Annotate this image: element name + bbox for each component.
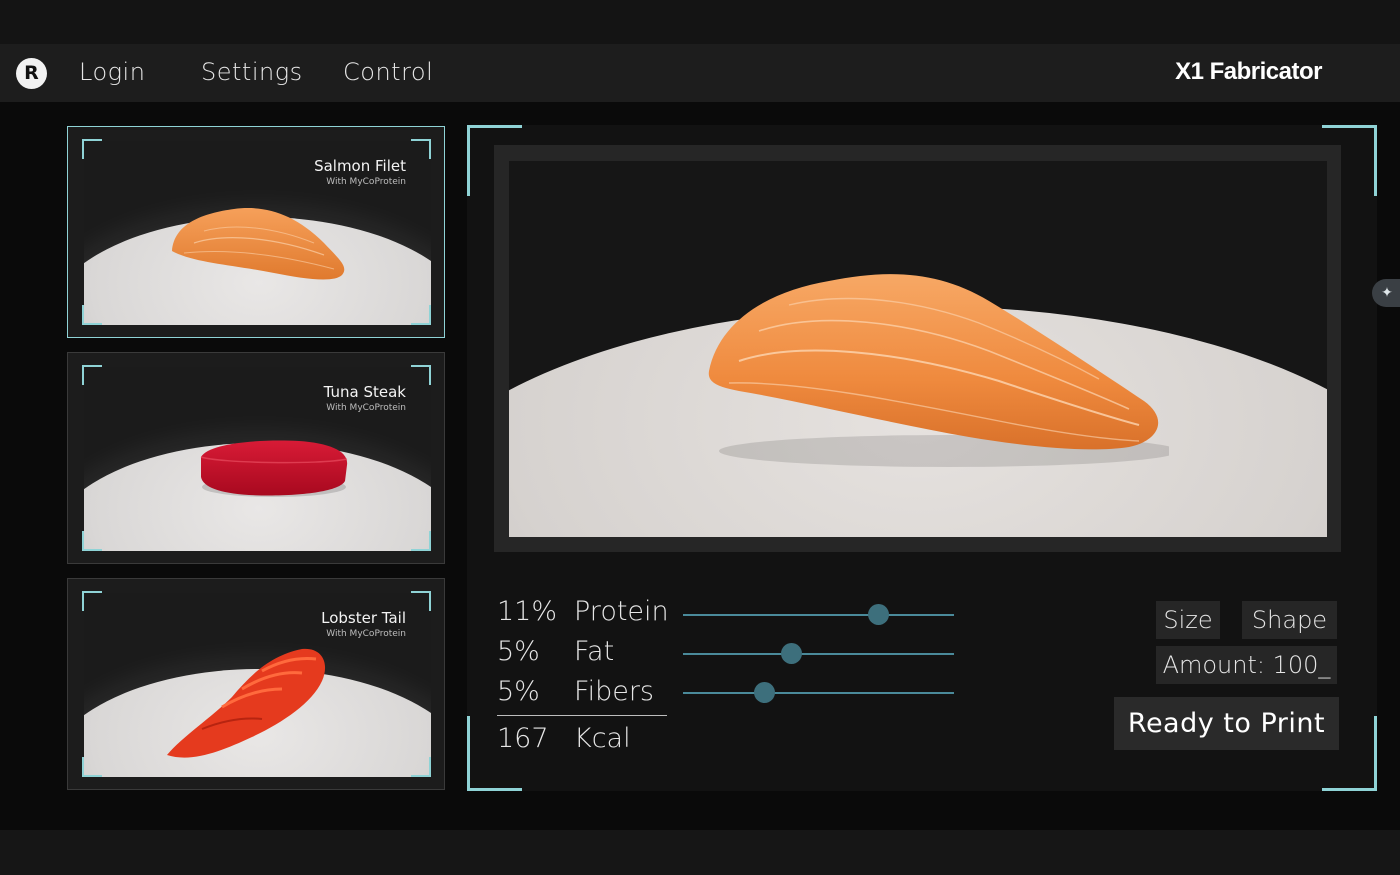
nav-control[interactable]: Control — [343, 58, 433, 86]
bottom-strip — [0, 830, 1400, 875]
nutrition-divider — [497, 715, 667, 716]
product-card-tuna[interactable]: Tuna Steak With MyCoProtein — [67, 352, 445, 564]
card-corner — [82, 365, 102, 385]
slider-thumb[interactable] — [868, 604, 890, 625]
ready-to-print-button[interactable]: Ready to Print — [1114, 697, 1339, 750]
product-card-lobster[interactable]: Lobster Tail With MyCoProtein — [67, 578, 445, 790]
card-corner — [411, 305, 431, 325]
lobster-tail-image — [167, 648, 326, 758]
amount-field[interactable]: Amount: 100_ — [1156, 646, 1337, 684]
card-title: Tuna Steak — [323, 383, 406, 401]
size-button[interactable]: Size — [1156, 601, 1220, 639]
sparkle-icon[interactable]: ✦ — [1372, 279, 1400, 307]
fibers-slider[interactable] — [683, 682, 954, 703]
r-logo-icon[interactable]: R — [16, 58, 47, 89]
card-corner — [82, 139, 102, 159]
card-corner — [82, 305, 102, 325]
salmon-filet-image — [172, 208, 345, 280]
fat-label: Fat — [574, 636, 615, 667]
card-subtitle: With MyCoProtein — [326, 629, 406, 639]
kcal-value: 167 — [497, 723, 549, 754]
fibers-value: 5% — [497, 676, 540, 707]
card-title: Salmon Filet — [314, 157, 406, 175]
fibers-label: Fibers — [574, 676, 654, 707]
fat-slider[interactable] — [683, 643, 954, 664]
nav-settings[interactable]: Settings — [201, 58, 303, 86]
card-corner — [82, 531, 102, 551]
shape-button[interactable]: Shape — [1242, 601, 1337, 639]
preview-container — [494, 145, 1341, 552]
card-corner — [411, 365, 431, 385]
fat-value: 5% — [497, 636, 540, 667]
salmon-filet-preview-image — [708, 274, 1169, 467]
product-card-salmon[interactable]: Salmon Filet With MyCoProtein — [67, 126, 445, 338]
top-strip — [0, 0, 1400, 44]
product-preview — [509, 161, 1327, 537]
card-subtitle: With MyCoProtein — [326, 403, 406, 413]
card-subtitle: With MyCoProtein — [326, 177, 406, 187]
card-corner — [82, 591, 102, 611]
card-corner — [411, 139, 431, 159]
card-title: Lobster Tail — [321, 609, 406, 627]
protein-label: Protein — [574, 596, 669, 627]
tuna-steak-image — [200, 440, 348, 497]
protein-value: 11% — [497, 596, 558, 627]
card-corner — [411, 757, 431, 777]
card-corner — [82, 757, 102, 777]
nav-login[interactable]: Login — [79, 58, 145, 86]
brand-title: X1 Fabricator — [1175, 58, 1322, 85]
card-corner — [411, 591, 431, 611]
kcal-label: Kcal — [574, 723, 631, 754]
card-corner — [411, 531, 431, 551]
protein-slider[interactable] — [683, 604, 954, 625]
